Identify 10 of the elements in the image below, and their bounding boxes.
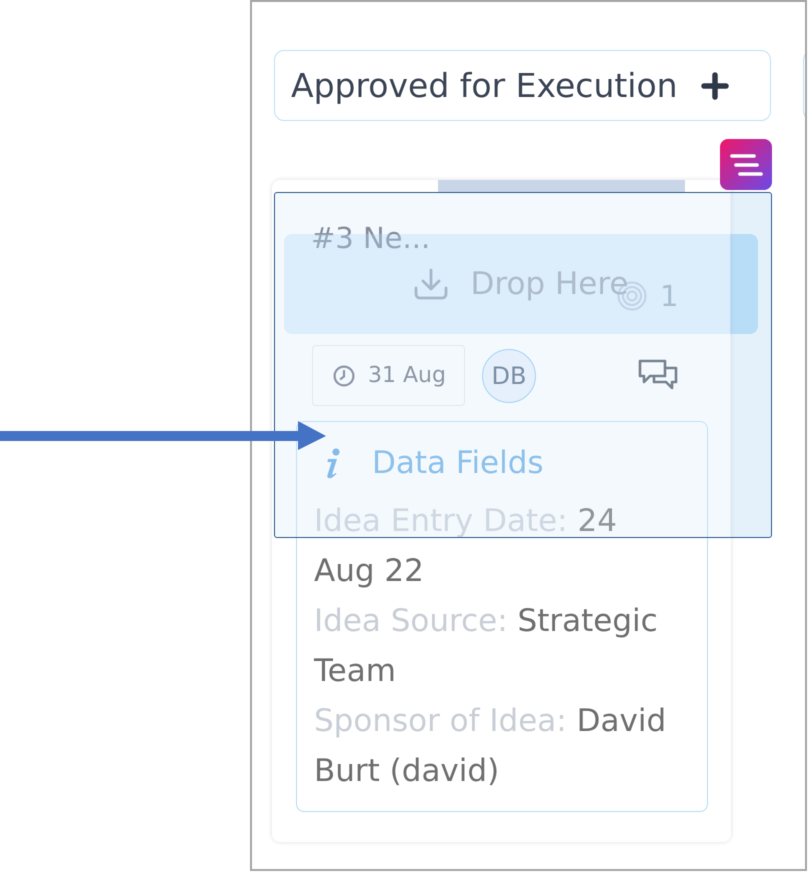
column-title: Approved for Execution — [291, 66, 678, 106]
download-icon — [414, 268, 448, 300]
speech-bubbles-icon[interactable] — [638, 359, 678, 392]
panel-title: Data Fields — [372, 444, 544, 483]
plus-icon[interactable] — [700, 72, 729, 100]
clock-icon — [333, 364, 355, 386]
due-date: 31 Aug — [368, 362, 446, 390]
date-chip[interactable]: 31 Aug — [312, 345, 465, 406]
user-avatar[interactable]: DB — [482, 348, 536, 402]
menu-icon[interactable] — [720, 139, 772, 190]
